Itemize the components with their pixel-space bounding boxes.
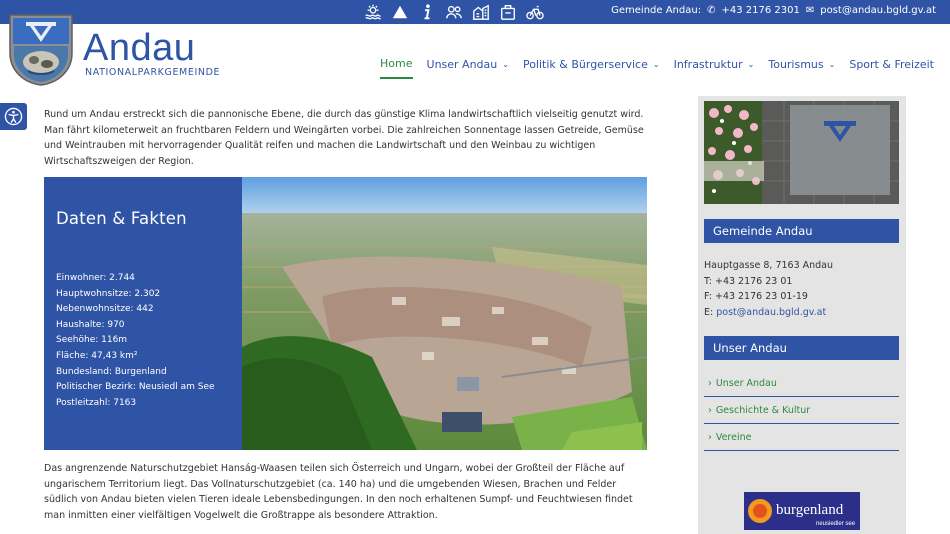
nav-home[interactable]: Home: [380, 57, 413, 79]
accessibility-button[interactable]: [0, 103, 27, 130]
fact-item: Fläche: 47,43 km²: [56, 350, 138, 361]
accessibility-icon: [4, 107, 23, 126]
sidebar-link-label: Vereine: [715, 431, 752, 443]
contact-label: Gemeinde Andau:: [611, 5, 702, 16]
nav-sport-label: Sport & Freizeit: [849, 58, 934, 71]
sidebar-link-geschichte[interactable]: › Geschichte & Kultur: [704, 397, 899, 424]
nav-unser-andau[interactable]: Unser Andau ⌄: [427, 57, 509, 79]
sidebar-link-label: Unser Andau: [715, 377, 777, 389]
phone-icon: ✆: [707, 5, 716, 16]
nav-infrastruktur[interactable]: Infrastruktur ⌄: [674, 57, 755, 79]
fact-item: Einwohner: 2.744: [56, 273, 135, 283]
nav-tourismus[interactable]: Tourismus ⌄: [768, 57, 835, 79]
fact-item: Seehöhe: 116m: [56, 335, 128, 346]
nav-sport-freizeit[interactable]: Sport & Freizeit: [849, 57, 934, 79]
site-subtitle: NATIONALPARKGEMEINDE: [85, 67, 221, 78]
sidebar-heading-unser-andau: Unser Andau: [704, 336, 899, 360]
banner-brand: burgenland: [776, 502, 844, 518]
top-email[interactable]: post@andau.bgld.gv.at: [820, 5, 936, 16]
facts-list: Einwohner: 2.744 Hauptwohnsitze: 2.302 N…: [56, 271, 215, 411]
sidebar: Gemeinde Andau Hauptgasse 8, 7163 Andau …: [698, 96, 906, 534]
chevron-down-icon: ⌄: [652, 60, 660, 69]
buildings-icon[interactable]: [470, 1, 491, 22]
chevron-right-icon: ›: [708, 377, 712, 389]
chevron-right-icon: ›: [708, 431, 712, 443]
fact-item: Postleitzahl: 7163: [56, 397, 137, 408]
fax-line: F: +43 2176 23 01-19: [704, 291, 808, 302]
burgenland-banner[interactable]: burgenland neusiedler see: [744, 492, 860, 530]
top-phone[interactable]: +43 2176 2301: [721, 5, 799, 16]
address-line: Hauptgasse 8, 7163 Andau: [704, 260, 834, 271]
tent-icon[interactable]: [389, 1, 410, 22]
topbar-icons: [362, 1, 545, 22]
banner-sub: neusiedler see: [816, 521, 856, 527]
info-icon[interactable]: [416, 1, 437, 22]
top-contact: Gemeinde Andau: ✆ +43 2176 2301 ✉ post@and…: [611, 5, 936, 16]
sidebar-link-vereine[interactable]: › Vereine: [704, 424, 899, 451]
bicycle-icon[interactable]: [524, 1, 545, 22]
main-nav: Home Unser Andau ⌄ Politik & Bürgerservic…: [380, 57, 934, 79]
sidebar-address: Hauptgasse 8, 7163 Andau T: +43 2176 23 …: [704, 258, 833, 320]
facts-panel: Daten & Fakten Einwohner: 2.744 Hauptwoh…: [44, 177, 242, 450]
aerial-photo: [242, 177, 647, 450]
chevron-down-icon: ⌄: [502, 60, 509, 69]
fact-item: Politischer Bezirk: Neusiedl am See: [56, 382, 215, 393]
sidebar-heading-gemeinde: Gemeinde Andau: [704, 219, 899, 243]
fact-item: Nebenwohnsitze: 442: [56, 304, 154, 315]
site-title[interactable]: Andau: [83, 28, 195, 68]
sidebar-email-link[interactable]: post@andau.bgld.gv.at: [716, 307, 826, 318]
email-prefix: E:: [704, 306, 714, 318]
sidebar-link-label: Geschichte & Kultur: [715, 404, 811, 416]
nav-politik[interactable]: Politik & Bürgerservice ⌄: [523, 57, 660, 79]
people-icon[interactable]: [443, 1, 464, 22]
bag-icon[interactable]: [497, 1, 518, 22]
sun-water-icon[interactable]: [362, 1, 383, 22]
email-line: E: post@andau.bgld.gv.at: [704, 305, 833, 321]
chevron-down-icon: ⌄: [747, 60, 755, 69]
fact-item: Haushalte: 970: [56, 319, 125, 330]
chevron-right-icon: ›: [708, 404, 712, 416]
coat-of-arms-logo[interactable]: [8, 13, 74, 87]
outro-paragraph: Das angrenzende Naturschutzgebiet Hanság…: [44, 463, 633, 521]
nav-home-label: Home: [380, 57, 413, 70]
sidebar-link-unser-andau[interactable]: › Unser Andau: [704, 370, 899, 397]
nav-infrastruktur-label: Infrastruktur: [673, 58, 743, 71]
nav-unser-andau-label: Unser Andau: [426, 58, 498, 71]
nav-tourismus-label: Tourismus: [768, 58, 824, 71]
fact-item: Hauptwohnsitze: 2.302: [56, 288, 161, 299]
fact-item: Bundesland: Burgenland: [56, 366, 167, 377]
chevron-down-icon: ⌄: [828, 60, 836, 69]
facts-title: Daten & Fakten: [56, 209, 187, 228]
mail-icon: ✉: [805, 5, 815, 16]
nav-politik-label: Politik & Bürgerservice: [522, 58, 648, 71]
top-bar: Gemeinde Andau: ✆ +43 2176 2301 ✉ post@and…: [0, 0, 950, 24]
sidebar-image: [704, 101, 899, 204]
phone-line: T: +43 2176 23 01: [704, 275, 793, 287]
intro-paragraph: Rund um Andau erstreckt sich die pannoni…: [44, 109, 644, 167]
